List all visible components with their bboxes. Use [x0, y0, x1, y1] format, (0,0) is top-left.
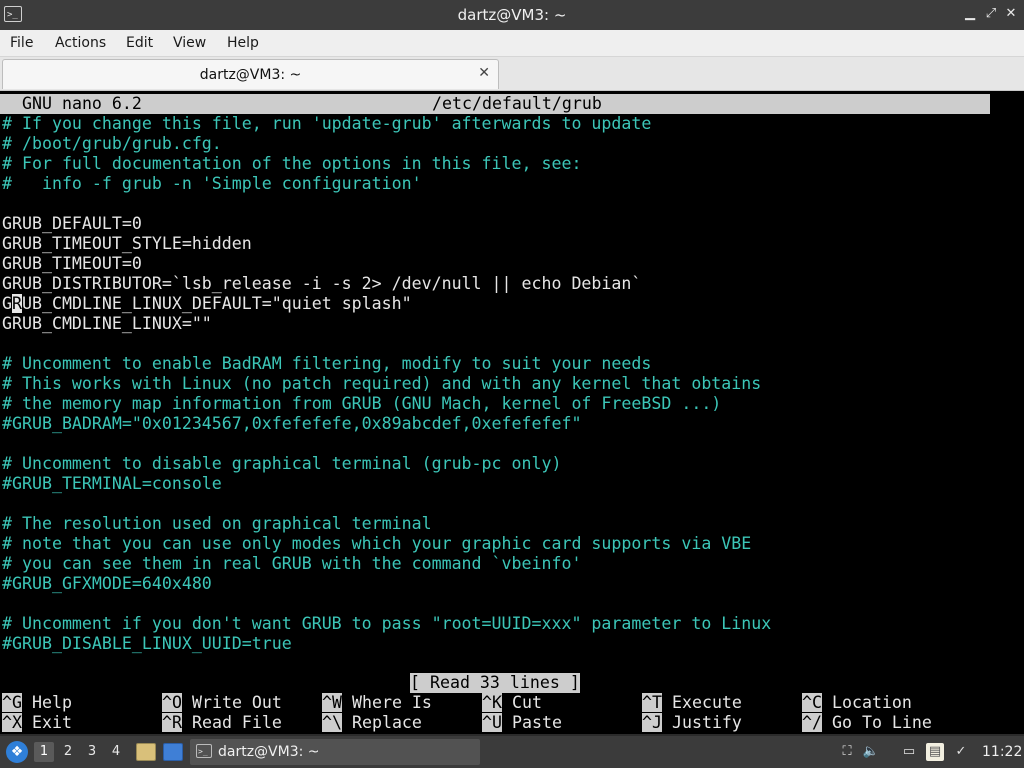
editor-line[interactable]: # The resolution used on graphical termi…	[2, 514, 432, 534]
tab-label: dartz@VM3: ~	[199, 67, 302, 83]
shortcut-key: ^J	[642, 713, 662, 732]
editor-line[interactable]: #GRUB_GFXMODE=640x480	[2, 574, 212, 594]
shortcut-key: ^C	[802, 693, 822, 712]
nano-version: GNU nano 6.2	[22, 94, 142, 113]
shortcut-key: ^X	[2, 713, 22, 732]
nano-header: GNU nano 6.2 /etc/default/grub	[0, 94, 990, 114]
editor-line[interactable]: #GRUB_BADRAM="0x01234567,0xfefefefe,0x89…	[2, 414, 581, 434]
task-label: dartz@VM3: ~	[218, 744, 320, 760]
editor-line[interactable]: GRUB_TIMEOUT_STYLE=hidden	[2, 234, 252, 254]
shortcut-location: ^C Location	[802, 693, 912, 713]
editor-line[interactable]: GRUB_TIMEOUT=0	[2, 254, 142, 274]
shortcut-read-file: ^R Read File	[162, 713, 282, 733]
menu-file[interactable]: File	[10, 30, 33, 56]
editor-line[interactable]: # the memory map information from GRUB (…	[2, 394, 721, 414]
shortcut-cut: ^K Cut	[482, 693, 542, 713]
taskbar: ❖ 1 2 3 4 >_ dartz@VM3: ~ ⛶ 🔈 ▭ ▤ ✓ 11:2…	[0, 736, 1024, 768]
shortcut-key: ^O	[162, 693, 182, 712]
editor-line[interactable]: #GRUB_DISABLE_LINUX_UUID=true	[2, 634, 292, 654]
menu-bar: File Actions Edit View Help	[0, 30, 1024, 57]
minimize-button[interactable]: ▁	[962, 6, 978, 22]
menu-view[interactable]: View	[173, 30, 206, 56]
shortcut-help: ^G Help	[2, 693, 72, 713]
maximize-button[interactable]: ⤢	[983, 6, 999, 22]
monitor-icon[interactable]: ▭	[900, 743, 918, 761]
editor-line[interactable]: GRUB_DISTRIBUTOR=`lsb_release -i -s 2> /…	[2, 274, 641, 294]
clipboard-icon[interactable]: ▤	[926, 743, 944, 761]
tab-close-icon[interactable]: ✕	[478, 65, 490, 81]
shortcut-where-is: ^W Where Is	[322, 693, 432, 713]
shortcut-key: ^R	[162, 713, 182, 732]
shortcut-label: Replace	[351, 713, 422, 732]
show-desktop-icon[interactable]	[163, 743, 183, 761]
shortcut-justify: ^J Justify	[642, 713, 742, 733]
editor-line[interactable]: # Uncomment if you don't want GRUB to pa…	[2, 614, 771, 634]
shortcut-label: Where Is	[351, 693, 432, 712]
editor-line[interactable]: GRUB_DEFAULT=0	[2, 214, 142, 234]
shortcut-execute: ^T Execute	[642, 693, 742, 713]
shortcut-replace: ^\ Replace	[322, 713, 422, 733]
editor-line[interactable]: # If you change this file, run 'update-g…	[2, 114, 651, 134]
editor-line[interactable]: GRUB_CMDLINE_LINUX_DEFAULT="quiet splash…	[2, 294, 412, 314]
shortcut-label: Paste	[511, 713, 562, 732]
workspace-4[interactable]: 4	[106, 742, 126, 762]
start-menu-icon[interactable]: ❖	[6, 741, 28, 763]
editor-line[interactable]: # This works with Linux (no patch requir…	[2, 374, 761, 394]
shortcut-paste: ^U Paste	[482, 713, 562, 733]
editor-line[interactable]: # note that you can use only modes which…	[2, 534, 751, 554]
shortcut-key: ^/	[802, 713, 822, 732]
menu-help[interactable]: Help	[227, 30, 259, 56]
tab-strip: dartz@VM3: ~ ✕	[0, 57, 1024, 91]
network-icon[interactable]: ⛶	[838, 743, 856, 761]
nano-filename: /etc/default/grub	[432, 94, 602, 113]
close-window-button[interactable]: ✕	[1003, 6, 1019, 22]
shortcut-key: ^U	[482, 713, 502, 732]
menu-actions[interactable]: Actions	[55, 30, 106, 56]
shortcut-label: Write Out	[191, 693, 282, 712]
text-cursor: R	[12, 294, 22, 313]
editor-line[interactable]: # info -f grub -n 'Simple configuration'	[2, 174, 422, 194]
volume-icon[interactable]: 🔈	[862, 743, 880, 761]
terminal-icon: >_	[196, 744, 212, 758]
clock: 11:22	[982, 744, 1023, 760]
file-manager-icon[interactable]	[136, 743, 156, 761]
workspace-1[interactable]: 1	[34, 742, 54, 762]
taskbar-task-terminal[interactable]: >_ dartz@VM3: ~	[190, 739, 480, 765]
workspace-2[interactable]: 2	[58, 742, 78, 762]
editor-line[interactable]: # Uncomment to enable BadRAM filtering, …	[2, 354, 651, 374]
shortcut-label: Location	[831, 693, 912, 712]
window-title: dartz@VM3: ~	[457, 6, 567, 24]
editor-line[interactable]: # For full documentation of the options …	[2, 154, 581, 174]
shortcut-key: ^T	[642, 693, 662, 712]
editor-line[interactable]: # /boot/grub/grub.cfg.	[2, 134, 222, 154]
editor-line[interactable]: #GRUB_TERMINAL=console	[2, 474, 222, 494]
shortcut-label: Exit	[31, 713, 72, 732]
shortcut-label: Help	[31, 693, 72, 712]
editor-line[interactable]: # you can see them in real GRUB with the…	[2, 554, 581, 574]
shortcut-key: ^W	[322, 693, 342, 712]
shortcut-label: Read File	[191, 713, 282, 732]
workspace-3[interactable]: 3	[82, 742, 102, 762]
updates-icon[interactable]: ✓	[952, 743, 970, 761]
window-titlebar[interactable]: >_ dartz@VM3: ~ ▁ ⤢ ✕	[0, 0, 1024, 30]
shortcut-key: ^\	[322, 713, 342, 732]
shortcut-key: ^G	[2, 693, 22, 712]
shortcut-exit: ^X Exit	[2, 713, 72, 733]
shortcut-key: ^K	[482, 693, 502, 712]
shortcut-label: Go To Line	[831, 713, 932, 732]
status-message: [ Read 33 lines ]	[410, 673, 580, 693]
shortcut-label: Cut	[511, 693, 542, 712]
menu-edit[interactable]: Edit	[126, 30, 153, 56]
shortcut-label: Execute	[671, 693, 742, 712]
shortcut-write-out: ^O Write Out	[162, 693, 282, 713]
editor-line[interactable]: # Uncomment to disable graphical termina…	[2, 454, 561, 474]
terminal-area[interactable]: GNU nano 6.2 /etc/default/grub # If you …	[0, 91, 1024, 734]
shortcut-go-to-line: ^/ Go To Line	[802, 713, 932, 733]
tab-terminal[interactable]: dartz@VM3: ~ ✕	[2, 59, 499, 89]
editor-line[interactable]: GRUB_CMDLINE_LINUX=""	[2, 314, 212, 334]
shortcut-label: Justify	[671, 713, 742, 732]
